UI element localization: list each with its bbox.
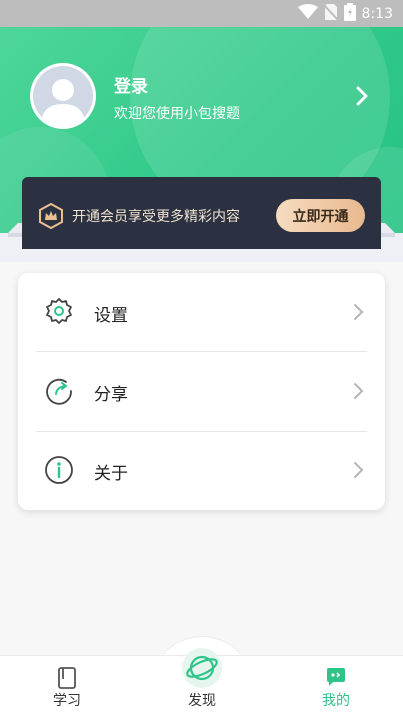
tab-label: 学习 [53,693,81,709]
planet-icon [181,647,223,693]
bottom-nav: 学习 发现 我的 [0,648,403,716]
menu-item-label: 关于 [94,464,128,484]
chevron-right-icon [351,461,365,479]
info-icon [44,455,74,485]
menu-item-settings[interactable]: 设置 [18,273,385,352]
chat-face-icon [325,666,347,692]
tab-label: 我的 [322,693,350,709]
crown-badge-icon [38,202,64,230]
vip-banner[interactable]: 开通会员享受更多精彩内容 立即开通 [22,177,381,249]
tab-label: 发现 [188,693,216,709]
wifi-icon [297,4,318,24]
chevron-right-icon[interactable] [351,85,373,107]
tab-mine[interactable]: 我的 [291,656,381,716]
no-sim-icon [322,3,339,25]
gear-icon [44,297,74,327]
status-time: 8:13 [361,6,393,22]
status-bar: 8:13 [0,0,403,27]
vip-text: 开通会员享受更多精彩内容 [72,209,240,225]
share-icon [44,376,74,406]
profile-header: 登录 欢迎您使用小包搜题 开通会员享受更多精彩内容 立即开通 [0,27,403,262]
battery-icon [343,3,356,25]
menu-item-label: 分享 [94,385,128,405]
vip-activate-button[interactable]: 立即开通 [276,199,365,232]
default-avatar-icon [33,66,93,126]
menu-card: 设置 分享 关于 [18,273,385,510]
tab-discover[interactable]: 发现 [157,648,247,716]
chevron-right-icon [351,382,365,400]
login-subtitle: 欢迎您使用小包搜题 [114,106,240,122]
menu-item-label: 设置 [94,306,128,326]
tab-study[interactable]: 学习 [22,656,112,716]
chevron-right-icon [351,303,365,321]
avatar[interactable] [30,63,96,129]
menu-item-share[interactable]: 分享 [18,352,385,431]
login-title[interactable]: 登录 [114,72,148,97]
menu-item-about[interactable]: 关于 [18,431,385,510]
status-icons: 8:13 [297,3,393,25]
